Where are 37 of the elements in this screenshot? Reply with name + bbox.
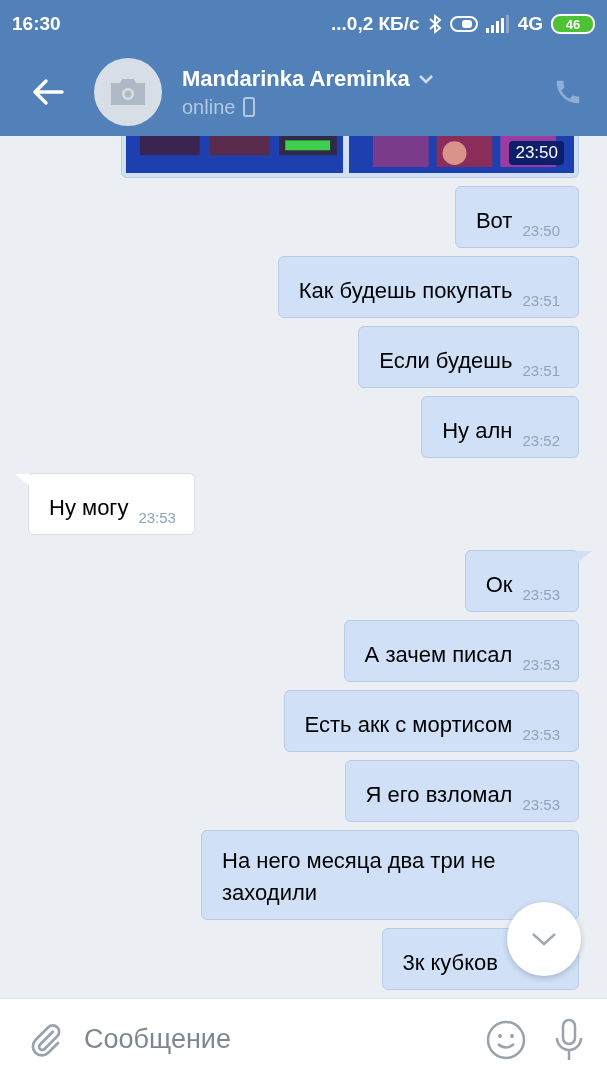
smiley-icon[interactable] bbox=[485, 1018, 527, 1061]
chevron-down-icon[interactable] bbox=[417, 73, 434, 84]
image-message[interactable]: 23:50 bbox=[121, 136, 579, 178]
message-time: 23:51 bbox=[522, 292, 560, 309]
message-time: 23:53 bbox=[522, 796, 560, 813]
online-status: online bbox=[182, 95, 236, 119]
message-text: Вот bbox=[475, 207, 513, 235]
battery-level: 46 bbox=[551, 14, 595, 34]
message-time: 23:53 bbox=[522, 656, 560, 673]
message-text: А зачем писал bbox=[364, 641, 513, 669]
message-time: 23:53 bbox=[138, 509, 176, 526]
message-text: Если будешь bbox=[379, 347, 513, 375]
message-text: Ну алн bbox=[442, 417, 513, 445]
contact-name[interactable]: Mandarinka Areminka bbox=[182, 65, 410, 92]
clock: 16:30 bbox=[12, 13, 61, 35]
network-type: 4G bbox=[517, 13, 543, 35]
microphone-icon[interactable] bbox=[553, 1017, 585, 1062]
message-text: Ну могу bbox=[49, 494, 129, 522]
message-text: 3к кубков bbox=[402, 949, 498, 977]
signal-icon bbox=[485, 15, 510, 33]
toggle-icon bbox=[449, 16, 478, 32]
message-time: 23:50 bbox=[509, 141, 564, 165]
message-time: 23:51 bbox=[522, 362, 560, 379]
message-text: Ок bbox=[485, 571, 513, 599]
camera-icon bbox=[111, 79, 145, 105]
message-time: 23:53 bbox=[522, 726, 560, 743]
message-text: Как будешь покупать bbox=[298, 277, 513, 305]
bluetooth-icon bbox=[427, 14, 442, 34]
message-text: Есть акк с мортисом bbox=[304, 711, 513, 739]
network-speed: ...0,2 КБ/с bbox=[331, 13, 420, 35]
message-text: Я его взломал bbox=[365, 781, 513, 809]
message-text: На него месяца два три не заходили bbox=[222, 847, 497, 907]
message-time: 23:52 bbox=[522, 432, 560, 449]
chevron-down-icon bbox=[531, 932, 557, 946]
phone-device-icon bbox=[243, 97, 256, 117]
message-time: 23:53 bbox=[522, 586, 560, 603]
message-time: 23:50 bbox=[522, 222, 560, 239]
